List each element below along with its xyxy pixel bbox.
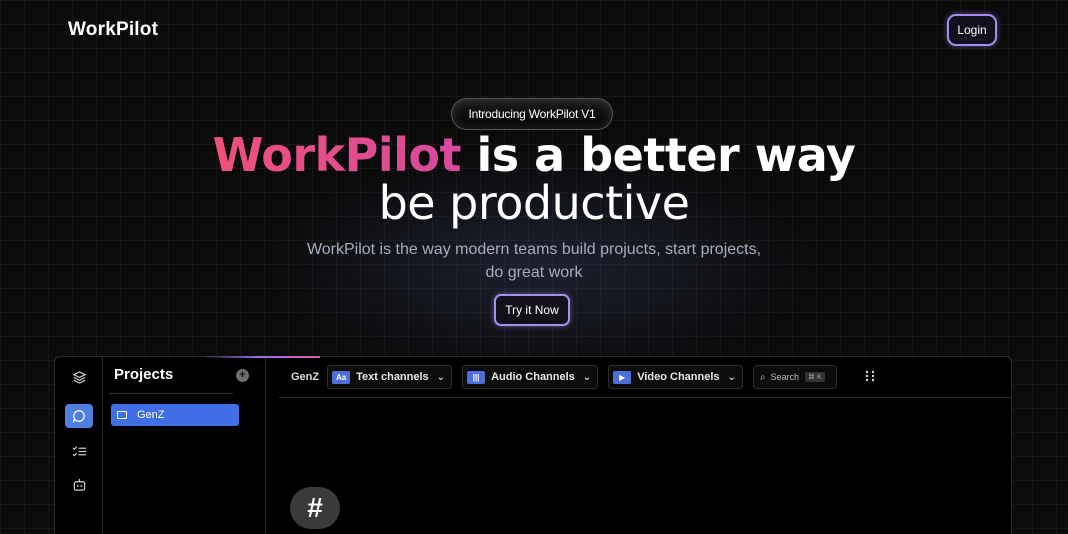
folder-icon <box>117 411 127 419</box>
search-placeholder: Search <box>770 372 800 382</box>
app-preview: Projects + GenZ GenZ Aa Text channels ⌄ … <box>54 356 1012 534</box>
audio-channels-dropdown[interactable]: ||| Audio Channels ⌄ <box>462 365 599 389</box>
video-channels-dropdown[interactable]: ▶ Video Channels ⌄ <box>608 365 743 389</box>
chevron-down-icon: ⌄ <box>727 371 736 383</box>
chat-icon[interactable] <box>65 404 93 428</box>
search-input[interactable]: ⌕ Search ⌘ K <box>752 365 837 389</box>
tasks-icon[interactable] <box>65 439 93 463</box>
projects-panel: Projects + GenZ <box>103 357 266 534</box>
breadcrumb: GenZ <box>291 371 320 383</box>
video-icon: ▶ <box>613 370 632 384</box>
projects-title: Projects <box>114 366 174 383</box>
search-icon: ⌕ <box>759 371 766 383</box>
app-accent-line <box>200 356 320 358</box>
text-channels-dropdown[interactable]: Aa Text channels ⌄ <box>327 365 453 389</box>
login-button[interactable]: Login <box>947 14 997 46</box>
projects-divider <box>109 393 233 394</box>
logo[interactable]: WorkPilot <box>68 19 158 41</box>
chevron-down-icon: ⌄ <box>436 371 446 383</box>
hero-subtitle: WorkPilot is the way modern teams build … <box>306 241 762 281</box>
project-item-genz[interactable]: GenZ <box>111 404 239 426</box>
icon-rail <box>55 357 103 534</box>
add-project-icon[interactable]: + <box>236 369 249 382</box>
audio-channels-label: Audio Channels <box>491 371 575 383</box>
layers-icon[interactable] <box>65 365 93 389</box>
text-channels-label: Text channels <box>356 371 429 383</box>
toolbar-divider <box>279 397 1011 398</box>
search-shortcut: ⌘ K <box>805 372 825 382</box>
hero-title-rest: is a better way <box>460 128 856 182</box>
channel-toolbar: GenZ Aa Text channels ⌄ ||| Audio Channe… <box>291 365 837 389</box>
hero-title: WorkPilot is a better way <box>0 127 1068 183</box>
hero-title-brand: WorkPilot <box>212 128 462 182</box>
try-it-now-button[interactable]: Try it Now <box>494 294 570 326</box>
hero-title-line2: be productive <box>378 176 690 230</box>
project-item-label: GenZ <box>137 409 165 421</box>
text-icon: Aa <box>332 370 351 384</box>
video-channels-label: Video Channels <box>637 371 720 383</box>
bot-icon[interactable] <box>65 473 93 497</box>
intro-badge[interactable]: Introducing WorkPilot V1 <box>451 98 613 130</box>
grid-menu-icon[interactable] <box>865 370 875 385</box>
audio-icon: ||| <box>467 370 486 384</box>
hashtag-button[interactable]: # <box>290 487 340 529</box>
chevron-down-icon: ⌄ <box>582 371 592 383</box>
